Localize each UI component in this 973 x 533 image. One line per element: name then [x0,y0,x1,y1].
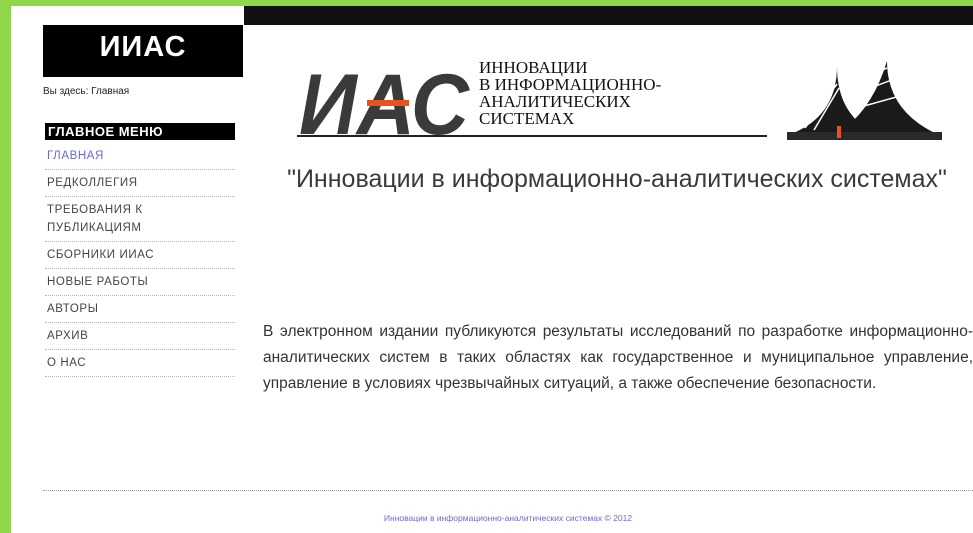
banner-graphic: ИАС ИННОВАЦИИ В ИНФОРМАЦИОННО- АНАЛИТИЧЕ… [297,57,942,142]
menu-item-about[interactable]: О НАС [45,350,235,377]
menu-item-archive[interactable]: АРХИВ [45,323,235,350]
banner-line-4: СИСТЕМАХ [479,109,574,128]
open-book-icon [787,61,942,140]
main-menu-heading: ГЛАВНОЕ МЕНЮ [45,123,235,140]
footer-divider [43,490,973,491]
journal-banner: ИАС ИННОВАЦИИ В ИНФОРМАЦИОННО- АНАЛИТИЧЕ… [297,56,947,142]
breadcrumb: Вы здесь: Главная [43,86,130,97]
journal-headline: "Инновации в информационно-аналитических… [287,165,947,193]
left-accent-bar [0,0,11,533]
menu-item-new-works[interactable]: НОВЫЕ РАБОТЫ [45,269,235,296]
site-logo-title[interactable]: ИИАС [43,25,243,77]
footer-copyright: Инновации в информационно-аналитических … [383,513,633,523]
page: ИИАС Вы здесь: Главная ГЛАВНОЕ МЕНЮ ГЛАВ… [11,6,973,533]
menu-item-collections[interactable]: СБОРНИКИ ИИАС [45,242,235,269]
header-bar [244,6,973,25]
menu-item-publication-requirements[interactable]: ТРЕБОВАНИЯ К ПУБЛИКАЦИЯМ [45,197,235,242]
main-menu: ГЛАВНАЯ РЕДКОЛЛЕГИЯ ТРЕБОВАНИЯ К ПУБЛИКА… [45,143,235,377]
logo-letters: ИАС [299,57,471,142]
logo-orange-stroke [367,100,409,106]
menu-item-home[interactable]: ГЛАВНАЯ [45,143,235,170]
journal-description: В электронном издании публикуются резуль… [263,323,973,392]
menu-item-authors[interactable]: АВТОРЫ [45,296,235,323]
menu-item-editorial-board[interactable]: РЕДКОЛЛЕГИЯ [45,170,235,197]
